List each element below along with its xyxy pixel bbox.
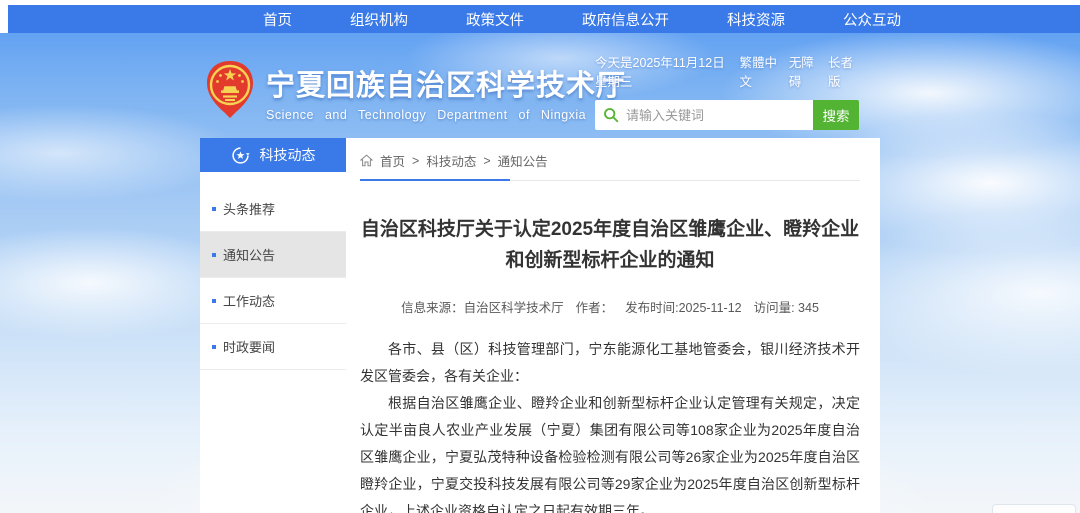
sidebar-header: 科技动态 bbox=[200, 138, 346, 172]
breadcrumb-home[interactable]: 首页 bbox=[380, 151, 405, 170]
search-bar: 搜索 bbox=[595, 100, 859, 130]
date-row: 今天是2025年11月12日 星期三 繁體中文 无障碍 长者版 bbox=[595, 52, 859, 90]
article-paragraph: 各市、县（区）科技管理部门，宁东能源化工基地管委会，银川经济技术开发区管委会，各… bbox=[360, 336, 860, 390]
current-date: 今天是2025年11月12日 星期三 bbox=[595, 52, 740, 90]
article-main: 首页 > 科技动态 > 通知公告 自治区科技厅关于认定2025年度自治区雏鹰企业… bbox=[346, 138, 880, 513]
bullet-icon bbox=[212, 207, 216, 211]
sidebar-item-notices[interactable]: 通知公告 bbox=[200, 232, 346, 278]
breadcrumb-notices[interactable]: 通知公告 bbox=[498, 151, 548, 170]
article-title-line1: 自治区科技厅关于认定2025年度自治区雏鹰企业、瞪羚企业 bbox=[360, 214, 860, 245]
sidebar-list: 头条推荐 通知公告 工作动态 时政要闻 bbox=[200, 186, 346, 370]
nav-item-home[interactable]: 首页 bbox=[234, 9, 321, 30]
sidebar-title: 科技动态 bbox=[260, 145, 316, 165]
top-navigation: 首页 组织机构 政策文件 政府信息公开 科技资源 公众互动 bbox=[8, 5, 1080, 33]
nav-item-organization[interactable]: 组织机构 bbox=[321, 9, 437, 30]
site-brand[interactable]: 宁夏回族自治区科学技术厅 Science and Technology Depa… bbox=[204, 60, 626, 122]
sidebar-item-label: 头条推荐 bbox=[223, 199, 275, 218]
header-right: 今天是2025年11月12日 星期三 繁體中文 无障碍 长者版 搜索 bbox=[595, 52, 859, 130]
search-button[interactable]: 搜索 bbox=[813, 100, 859, 130]
article-meta: 信息来源：自治区科学技术厅 作者： 发布时间:2025-11-12 访问量: 3… bbox=[360, 297, 860, 316]
sidebar-item-label: 通知公告 bbox=[223, 245, 275, 264]
sidebar: 科技动态 头条推荐 通知公告 工作动态 时政要闻 bbox=[200, 138, 346, 513]
floating-widget[interactable] bbox=[992, 504, 1076, 513]
search-input[interactable] bbox=[626, 108, 805, 123]
sidebar-item-label: 工作动态 bbox=[223, 291, 275, 310]
content-panel: 科技动态 头条推荐 通知公告 工作动态 时政要闻 bbox=[200, 138, 880, 513]
sidebar-item-work-updates[interactable]: 工作动态 bbox=[200, 278, 346, 324]
bullet-icon bbox=[212, 345, 216, 349]
article-title: 自治区科技厅关于认定2025年度自治区雏鹰企业、瞪羚企业 和创新型标杆企业的通知 bbox=[360, 214, 860, 276]
site-title: 宁夏回族自治区科学技术厅 bbox=[266, 62, 626, 104]
meta-views: 访问量: 345 bbox=[754, 297, 819, 316]
brand-text: 宁夏回族自治区科学技术厅 Science and Technology Depa… bbox=[266, 60, 626, 122]
sidebar-item-label: 时政要闻 bbox=[223, 337, 275, 356]
link-elderly-version[interactable]: 长者版 bbox=[828, 52, 859, 90]
link-traditional-chinese[interactable]: 繁體中文 bbox=[740, 52, 781, 90]
home-icon bbox=[360, 154, 373, 167]
star-circle-icon bbox=[231, 146, 250, 165]
sidebar-item-headlines[interactable]: 头条推荐 bbox=[200, 186, 346, 232]
link-accessibility[interactable]: 无障碍 bbox=[789, 52, 820, 90]
sidebar-item-current-politics[interactable]: 时政要闻 bbox=[200, 324, 346, 370]
breadcrumb-separator: > bbox=[483, 154, 490, 168]
utility-links: 繁體中文 无障碍 长者版 bbox=[740, 52, 859, 90]
bullet-icon bbox=[212, 253, 216, 257]
nav-item-public-interaction[interactable]: 公众互动 bbox=[814, 9, 930, 30]
article-title-line2: 和创新型标杆企业的通知 bbox=[360, 245, 860, 276]
site-header: 宁夏回族自治区科学技术厅 Science and Technology Depa… bbox=[0, 48, 1080, 140]
meta-source: 信息来源：自治区科学技术厅 bbox=[401, 297, 564, 316]
national-emblem-logo bbox=[204, 60, 256, 120]
site-subtitle: Science and Technology Department of Nin… bbox=[266, 108, 626, 122]
article-paragraph: 根据自治区雏鹰企业、瞪羚企业和创新型标杆企业认定管理有关规定，决定认定半亩良人农… bbox=[360, 390, 860, 513]
nav-item-gov-info-disclosure[interactable]: 政府信息公开 bbox=[553, 9, 698, 30]
search-box bbox=[595, 100, 813, 130]
nav-item-tech-resources[interactable]: 科技资源 bbox=[698, 9, 814, 30]
breadcrumb-tech-news[interactable]: 科技动态 bbox=[426, 151, 476, 170]
meta-publish-time: 发布时间:2025-11-12 bbox=[625, 297, 742, 316]
search-icon bbox=[603, 107, 619, 123]
breadcrumb: 首页 > 科技动态 > 通知公告 bbox=[360, 151, 860, 181]
nav-item-policy-documents[interactable]: 政策文件 bbox=[437, 9, 553, 30]
bullet-icon bbox=[212, 299, 216, 303]
breadcrumb-separator: > bbox=[412, 154, 419, 168]
article-body: 各市、县（区）科技管理部门，宁东能源化工基地管委会，银川经济技术开发区管委会，各… bbox=[360, 336, 860, 513]
meta-author: 作者： bbox=[576, 297, 614, 316]
